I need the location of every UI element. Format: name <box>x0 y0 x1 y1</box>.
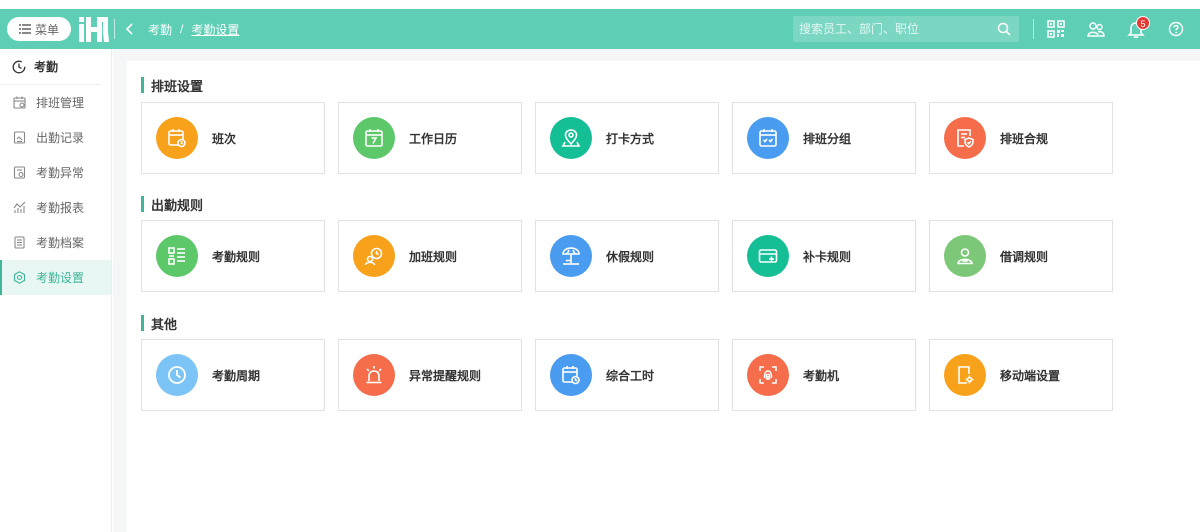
card-attendance-period[interactable]: 考勤周期 <box>141 339 325 411</box>
clock-icon <box>156 354 198 396</box>
ihr-logo[interactable] <box>79 15 109 43</box>
menu-button[interactable]: 菜单 <box>7 17 71 41</box>
settings-icon <box>13 271 26 284</box>
calendar-icon <box>353 117 395 159</box>
card-vacation-rules[interactable]: 休假规则 <box>535 220 719 292</box>
record-icon <box>13 131 26 144</box>
sidebar-item-attendance-archive[interactable]: 考勤档案 <box>0 225 111 260</box>
sidebar: 考勤 排班管理 出勤记录 考勤异常 考勤报表 考勤档案 考勤设置 <box>0 49 112 532</box>
card-label: 考勤机 <box>803 368 840 383</box>
notification-badge: 5 <box>1136 16 1150 30</box>
vacation-icon <box>550 235 592 277</box>
report-icon <box>13 201 26 213</box>
fingerprint-icon <box>747 354 789 396</box>
card-label: 休假规则 <box>606 249 655 264</box>
org-contacts-icon[interactable] <box>1086 19 1106 39</box>
section-title-other: 其他 <box>141 314 177 332</box>
menu-icon <box>18 24 31 34</box>
card-schedule-compliance[interactable]: 排班合规 <box>929 102 1113 174</box>
card-secondment-rules[interactable]: 借调规则 <box>929 220 1113 292</box>
card-label: 排班分组 <box>803 131 852 146</box>
breadcrumb-parent[interactable]: 考勤 <box>148 21 172 38</box>
sidebar-item-schedule[interactable]: 排班管理 <box>0 85 111 120</box>
card-shift[interactable]: 班次 <box>141 102 325 174</box>
main-area: 排班设置 班次 工作日历 打卡方式 排班分组 排班合规 出勤规则 考勤规则 加班… <box>113 49 1200 532</box>
breadcrumb: 考勤 / 考勤设置 <box>126 9 239 49</box>
card-comprehensive-work-hours[interactable]: 综合工时 <box>535 339 719 411</box>
card-mobile-settings[interactable]: 移动端设置 <box>929 339 1113 411</box>
sidebar-item-attendance-record[interactable]: 出勤记录 <box>0 120 111 155</box>
alarm-icon <box>353 354 395 396</box>
rules-list-icon <box>156 235 198 277</box>
card-makeup-punch-rules[interactable]: 补卡规则 <box>732 220 916 292</box>
settings-panel: 排班设置 班次 工作日历 打卡方式 排班分组 排班合规 出勤规则 考勤规则 加班… <box>127 61 1200 532</box>
qr-code-icon[interactable] <box>1046 19 1066 39</box>
transfer-person-icon <box>944 235 986 277</box>
shift-icon <box>156 117 198 159</box>
card-label: 考勤规则 <box>212 249 261 264</box>
search-box <box>793 16 1019 42</box>
card-label: 加班规则 <box>409 249 458 264</box>
card-overtime-rules[interactable]: 加班规则 <box>338 220 522 292</box>
section-title-attendance-rules: 出勤规则 <box>141 195 203 213</box>
card-label: 打卡方式 <box>606 131 655 146</box>
sidebar-item-attendance-settings[interactable]: 考勤设置 <box>0 260 111 295</box>
top-bar: 菜单 考勤 / 考勤设置 5 <box>0 9 1200 49</box>
help-icon[interactable] <box>1166 19 1186 39</box>
compliance-icon <box>944 117 986 159</box>
breadcrumb-current[interactable]: 考勤设置 <box>191 21 239 38</box>
overtime-icon <box>353 235 395 277</box>
card-label: 综合工时 <box>606 368 655 383</box>
card-label: 班次 <box>212 131 237 146</box>
card-label: 排班合规 <box>1000 131 1049 146</box>
mobile-settings-icon <box>944 354 986 396</box>
card-clock-in-method[interactable]: 打卡方式 <box>535 102 719 174</box>
work-hours-icon <box>550 354 592 396</box>
back-icon[interactable] <box>126 23 134 35</box>
card-schedule-group[interactable]: 排班分组 <box>732 102 916 174</box>
card-label: 异常提醒规则 <box>409 368 482 383</box>
menu-label: 菜单 <box>34 22 59 37</box>
archive-icon <box>14 236 25 249</box>
card-abnormal-reminder-rules[interactable]: 异常提醒规则 <box>338 339 522 411</box>
card-attendance-machine[interactable]: 考勤机 <box>732 339 916 411</box>
search-input[interactable] <box>793 16 983 42</box>
card-label: 移动端设置 <box>1000 368 1061 383</box>
card-work-calendar[interactable]: 工作日历 <box>338 102 522 174</box>
card-label: 借调规则 <box>1000 249 1049 264</box>
schedule-icon <box>13 96 26 109</box>
divider <box>1033 19 1034 39</box>
card-label: 考勤周期 <box>212 368 261 383</box>
location-icon <box>550 117 592 159</box>
search-icon[interactable] <box>997 22 1011 41</box>
attendance-clock-icon <box>12 60 26 73</box>
card-icon <box>747 235 789 277</box>
breadcrumb-separator: / <box>180 22 184 36</box>
divider <box>114 19 115 39</box>
card-label: 工作日历 <box>409 131 458 146</box>
abnormal-icon <box>13 166 26 179</box>
section-title-schedule-settings: 排班设置 <box>141 76 203 94</box>
card-label: 补卡规则 <box>803 249 852 264</box>
sidebar-title: 考勤 <box>0 49 101 85</box>
sidebar-item-attendance-abnormal[interactable]: 考勤异常 <box>0 155 111 190</box>
card-attendance-rules[interactable]: 考勤规则 <box>141 220 325 292</box>
sidebar-item-attendance-report[interactable]: 考勤报表 <box>0 190 111 225</box>
group-calendar-icon <box>747 117 789 159</box>
